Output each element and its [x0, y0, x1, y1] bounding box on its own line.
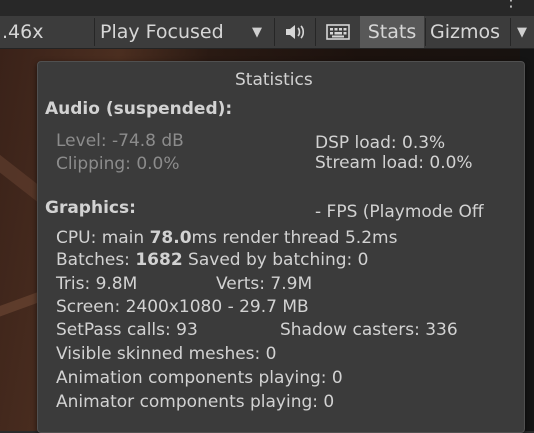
toolbar-separator — [510, 18, 511, 46]
stream-load: Stream load: 0.0% — [315, 153, 473, 173]
batches-suffix: Saved by batching: 0 — [182, 250, 369, 270]
top-strip: ⋮ — [0, 0, 534, 16]
chevron-down-icon[interactable]: ▼ — [252, 16, 262, 48]
zoom-label[interactable]: .46x — [2, 16, 43, 48]
keyboard-shortcuts-button[interactable] — [326, 16, 350, 48]
audio-level: Level: -74.8 dB — [56, 131, 184, 151]
toolbar-separator — [274, 18, 275, 46]
cpu-main-value: 78.0 — [149, 228, 192, 248]
toolbar-separator — [315, 18, 316, 46]
visible-skinned-meshes: Visible skinned meshes: 0 — [56, 344, 277, 364]
panel-title: Statistics — [235, 70, 313, 90]
audio-clipping: Clipping: 0.0% — [56, 154, 180, 174]
stats-toggle-button[interactable]: Stats — [360, 16, 424, 48]
audio-heading: Audio (suspended): — [45, 99, 233, 119]
cpu-line: CPU: main 78.0ms render thread 5.2ms — [56, 228, 397, 248]
verts-count: Verts: 7.9M — [216, 274, 313, 294]
more-options-icon[interactable]: ⋮ — [502, 0, 520, 10]
animator-components: Animator components playing: 0 — [56, 392, 335, 412]
keyboard-icon — [326, 24, 350, 40]
shadow-casters: Shadow casters: 336 — [280, 320, 458, 340]
cpu-prefix: CPU: main — [56, 228, 150, 248]
tris-count: Tris: 9.8M — [56, 274, 138, 294]
toolbar-separator — [425, 18, 426, 46]
batches-value: 1682 — [135, 250, 183, 270]
toolbar-separator — [94, 18, 95, 46]
batches-line: Batches: 1682 Saved by batching: 0 — [56, 250, 368, 270]
cpu-suffix: ms render thread 5.2ms — [191, 228, 398, 248]
mute-audio-button[interactable] — [284, 16, 306, 48]
dsp-load: DSP load: 0.3% — [315, 133, 446, 153]
fps-readout: - FPS (Playmode Off — [315, 202, 484, 222]
animation-components: Animation components playing: 0 — [56, 368, 343, 388]
batches-prefix: Batches: — [56, 250, 136, 270]
setpass-calls: SetPass calls: 93 — [56, 320, 198, 340]
screen-info: Screen: 2400x1080 - 29.7 MB — [56, 297, 309, 317]
play-mode-dropdown[interactable]: Play Focused — [100, 16, 224, 48]
graphics-heading: Graphics: — [45, 198, 136, 218]
chevron-down-icon[interactable]: ▼ — [517, 16, 527, 48]
gizmos-button[interactable]: Gizmos — [430, 16, 500, 48]
speaker-icon — [286, 25, 305, 39]
